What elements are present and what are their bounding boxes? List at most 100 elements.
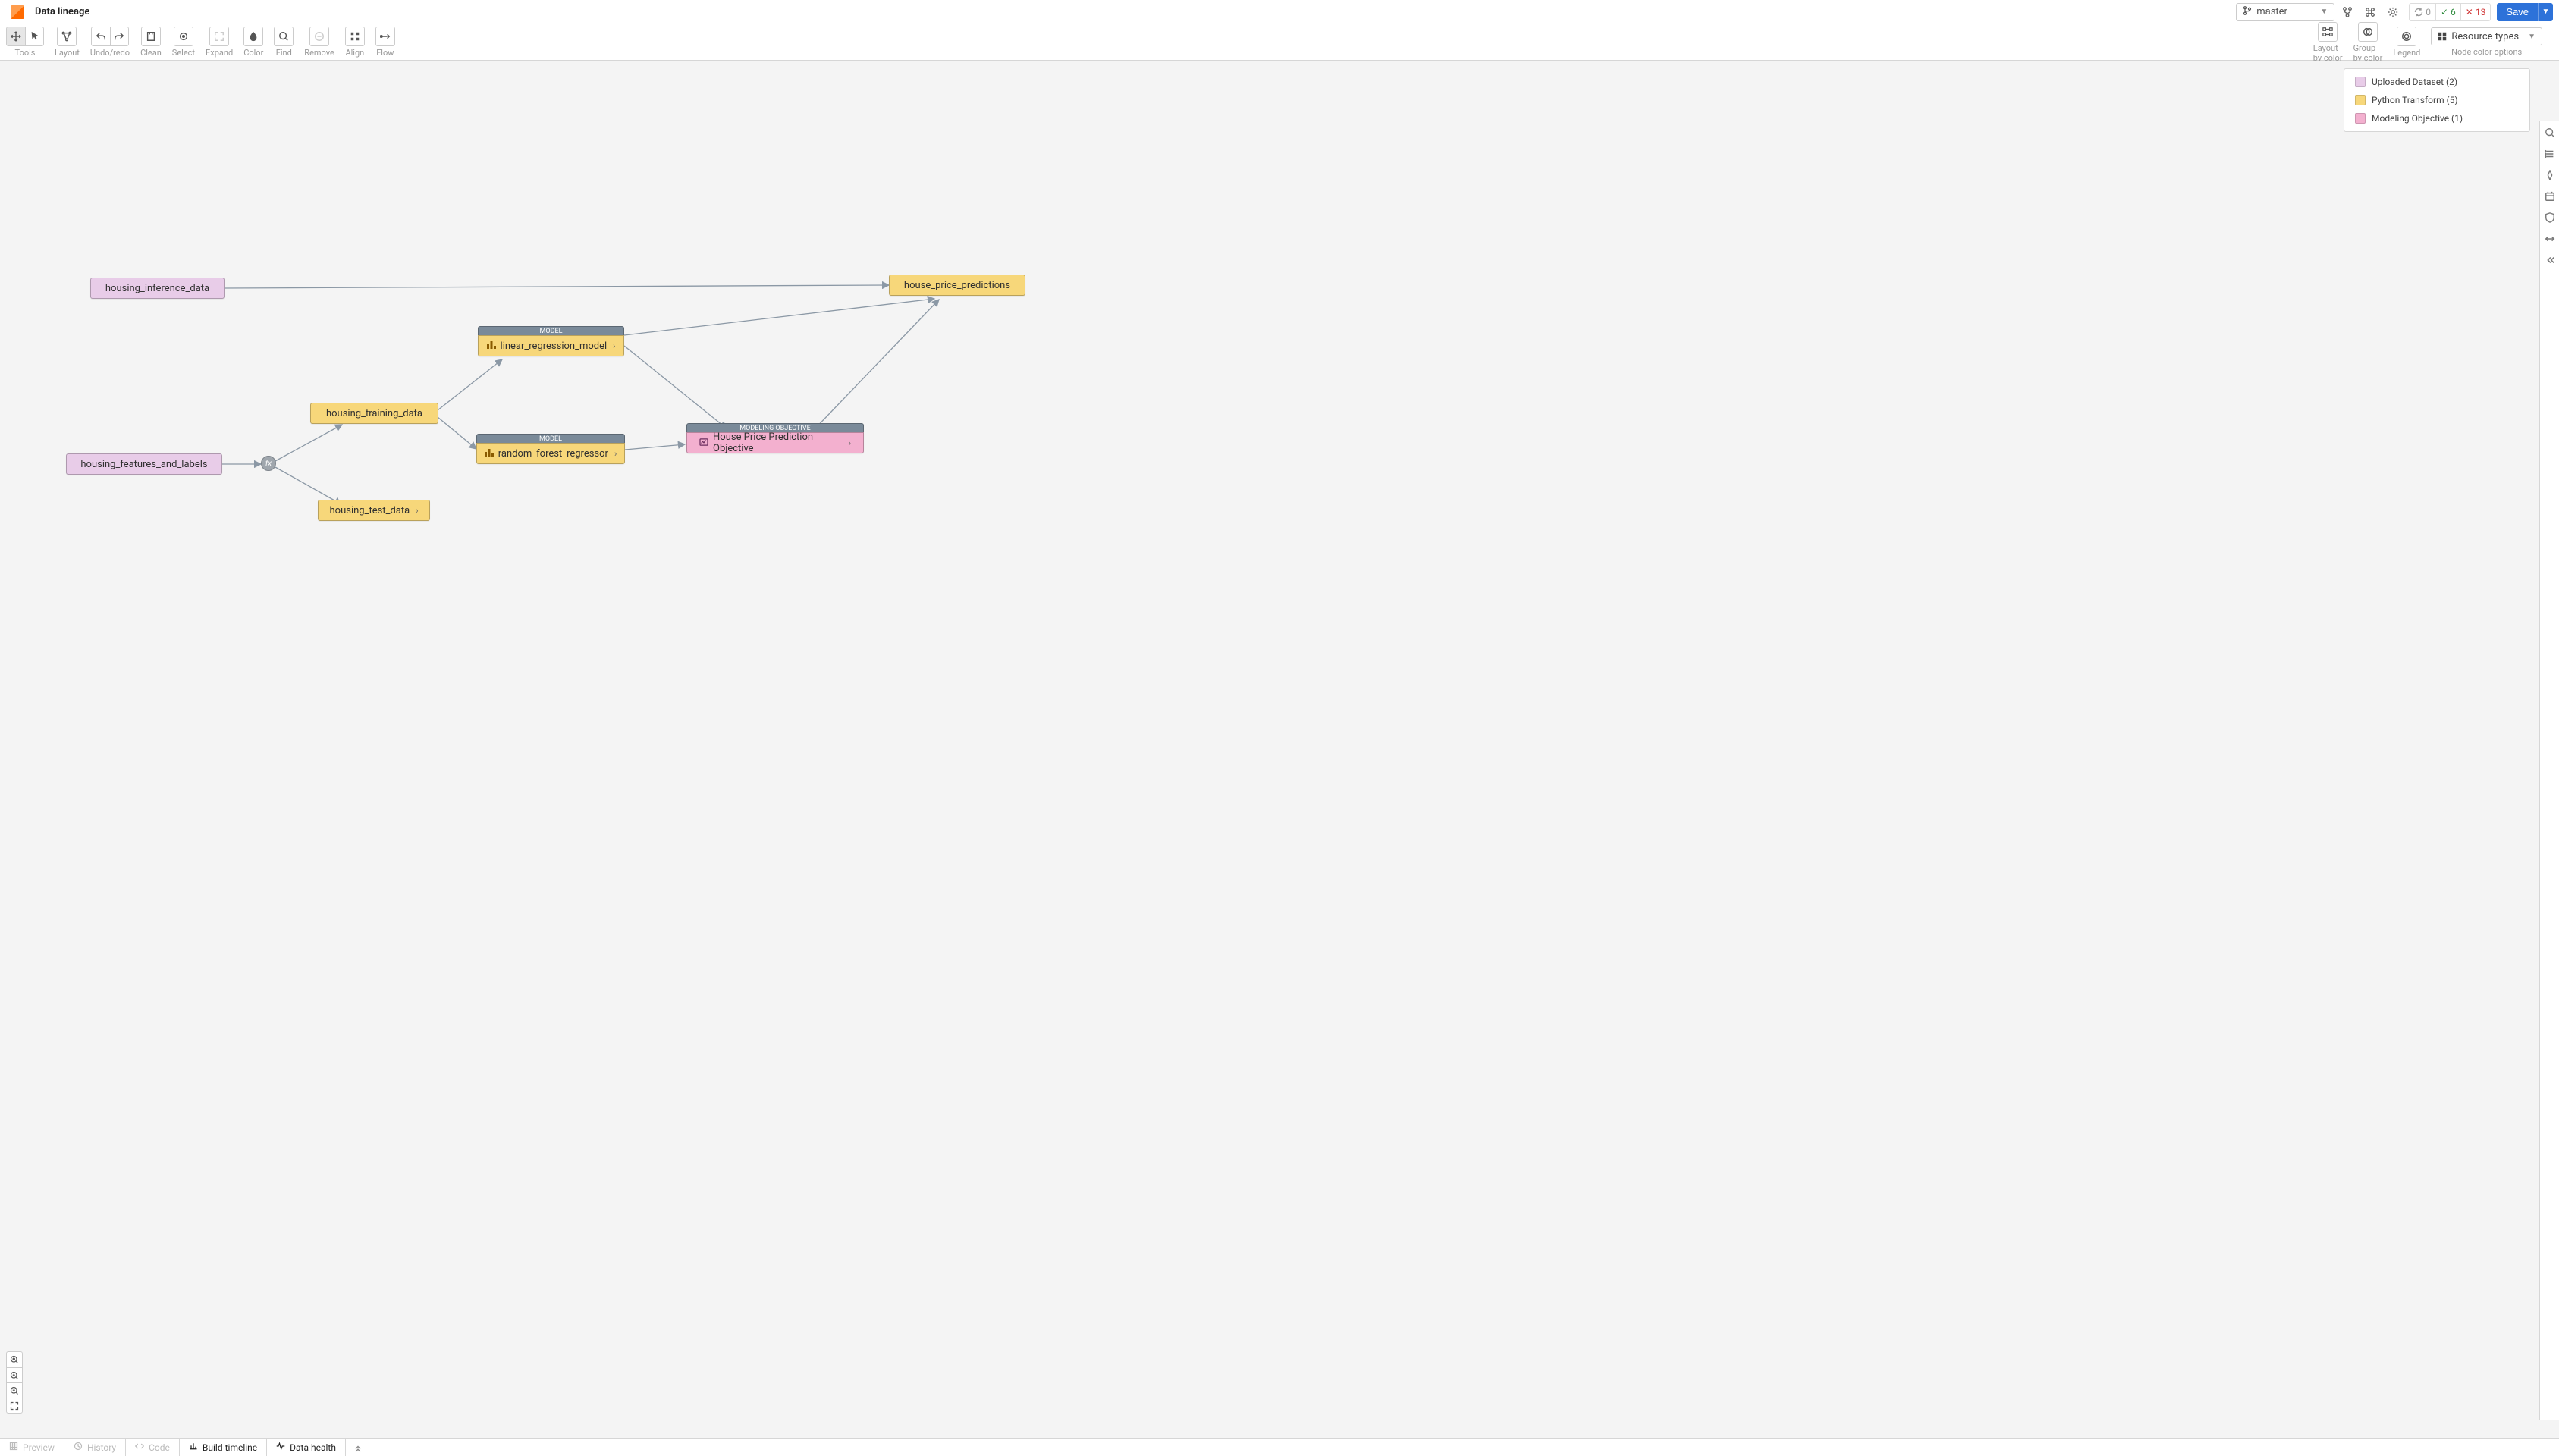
- canvas[interactable]: Uploaded Dataset (2)Python Transform (5)…: [0, 61, 2559, 1438]
- rail-collapse-icon[interactable]: [2543, 253, 2557, 267]
- tool-group-undo-redo: Undo/redo: [90, 27, 130, 58]
- chevron-right-icon: ›: [849, 438, 851, 448]
- pulse-icon: [276, 1442, 285, 1453]
- save-dropdown[interactable]: ▼: [2538, 3, 2553, 21]
- save-button[interactable]: Save: [2497, 3, 2538, 21]
- x-icon: ✕: [2466, 7, 2473, 17]
- node-housing-features-and-labels[interactable]: housing_features_and_labels: [66, 453, 222, 475]
- zoom-home-button[interactable]: [7, 1352, 22, 1367]
- footer-tab-history: History: [64, 1439, 126, 1456]
- undo-icon-button[interactable]: [92, 27, 110, 46]
- tool-group-label: Remove: [304, 48, 334, 58]
- node-housing-training-data[interactable]: housing_training_data: [310, 403, 438, 424]
- move-icon-button[interactable]: [7, 27, 25, 46]
- branches-icon-button[interactable]: [2338, 3, 2357, 21]
- tool-group-color: Color: [243, 27, 263, 58]
- node-housing-test-data[interactable]: housing_test_data ›: [318, 500, 430, 521]
- legend-item: Modeling Objective (1): [2355, 113, 2463, 124]
- node-header-model: MODEL: [476, 434, 625, 443]
- tool-group-find: Find: [274, 27, 294, 58]
- model-icon: [487, 340, 496, 352]
- objective-icon: [699, 438, 708, 449]
- rail-calendar-icon[interactable]: [2543, 190, 2557, 203]
- footer-tab-build-timeline[interactable]: Build timeline: [180, 1439, 267, 1456]
- status-sync[interactable]: 0: [2410, 4, 2436, 20]
- node-linear-regression-model[interactable]: MODEL linear_regression_model ›: [478, 335, 624, 356]
- tool-group-tools: Tools: [6, 27, 44, 58]
- zoom-in-button[interactable]: [7, 1367, 22, 1382]
- group-color-icon-button[interactable]: [2359, 23, 2377, 41]
- node-house-price-predictions[interactable]: house_price_predictions: [889, 275, 1025, 296]
- legend-panel: Uploaded Dataset (2)Python Transform (5)…: [2344, 68, 2530, 132]
- toolbar: Tools Layout Undo/redo Clean Select Expand Col…: [0, 24, 2559, 61]
- rail-shield-icon[interactable]: [2543, 211, 2557, 224]
- table-icon: [9, 1442, 18, 1453]
- node-header-model: MODEL: [478, 326, 624, 335]
- zoom-controls: [6, 1351, 23, 1414]
- select-arrow-icon-button[interactable]: [25, 27, 43, 46]
- chevron-right-icon: ›: [614, 449, 617, 459]
- tool-group-layout-by-color: Layout by color: [2313, 22, 2343, 63]
- branch-icon: [2243, 6, 2252, 18]
- find-icon-button[interactable]: [275, 27, 293, 46]
- status-indicators: 0 ✓ 6 ✕ 13: [2409, 3, 2491, 21]
- node-random-forest-regressor[interactable]: MODEL random_forest_regressor ›: [476, 443, 625, 464]
- legend-item: Python Transform (5): [2355, 95, 2458, 105]
- legend-swatch: [2355, 95, 2366, 105]
- rail-expand-icon[interactable]: [2543, 232, 2557, 246]
- tool-group-label: Color: [243, 48, 263, 58]
- fx-node[interactable]: fx: [261, 456, 276, 471]
- layout-color-icon-button[interactable]: [2319, 23, 2337, 41]
- rail-compass-icon[interactable]: [2543, 168, 2557, 182]
- tool-group-group-by-color: Group by color: [2353, 22, 2383, 63]
- resource-types-dropdown[interactable]: Resource types▼: [2431, 27, 2542, 46]
- rail-list-icon[interactable]: [2543, 147, 2557, 161]
- legend-swatch: [2355, 77, 2366, 87]
- footer-tab-preview: Preview: [0, 1439, 64, 1456]
- status-ok[interactable]: ✓ 6: [2436, 4, 2461, 20]
- align-icon-button[interactable]: [346, 27, 364, 46]
- layout-icon-button[interactable]: [58, 27, 76, 46]
- tool-group-label: Clean: [140, 48, 162, 58]
- node-header-objective: MODELING OBJECTIVE: [686, 423, 864, 432]
- tool-group-label: Tools: [15, 48, 36, 58]
- legend-swatch: [2355, 113, 2366, 124]
- redo-icon-button[interactable]: [110, 27, 128, 46]
- header-bar: Data lineage master ▼ 0 ✓ 6 ✕ 13 Save ▼: [0, 0, 2559, 24]
- tool-group-label: Select: [172, 48, 195, 58]
- tool-group-label: Layout: [55, 48, 80, 58]
- clean-icon-button[interactable]: [142, 27, 160, 46]
- node-color-options-label: Node color options: [2451, 47, 2522, 57]
- footer-bar: PreviewHistoryCodeBuild timelineData hea…: [0, 1438, 2559, 1456]
- chevron-down-icon: ▼: [2320, 8, 2328, 16]
- status-error[interactable]: ✕ 13: [2461, 4, 2491, 20]
- app-logo: [11, 5, 24, 19]
- node-housing-inference-data[interactable]: housing_inference_data: [90, 278, 225, 299]
- tool-group-label: Layout by color: [2313, 43, 2343, 63]
- remove-icon-button: [310, 27, 328, 46]
- legend-icon-button[interactable]: [2397, 27, 2416, 46]
- tool-group-flow: Flow: [375, 27, 395, 58]
- branch-selector[interactable]: master ▼: [2236, 3, 2334, 21]
- tool-group-select: Select: [172, 27, 195, 58]
- tool-group-label: Legend: [2393, 48, 2420, 58]
- color-icon-button[interactable]: [244, 27, 262, 46]
- zoom-fit-button[interactable]: [7, 1398, 22, 1413]
- node-modeling-objective[interactable]: MODELING OBJECTIVE House Price Predictio…: [686, 432, 864, 453]
- check-icon: ✓: [2441, 7, 2448, 17]
- tool-group-label: Undo/redo: [90, 48, 130, 58]
- footer-collapse-button[interactable]: [346, 1439, 370, 1456]
- command-icon-button[interactable]: [2360, 3, 2380, 21]
- tool-group-label: Expand: [206, 48, 233, 58]
- tool-group-label: Align: [345, 48, 364, 58]
- edges-layer: [0, 61, 2559, 1438]
- settings-icon-button[interactable]: [2383, 3, 2403, 21]
- target-icon-button[interactable]: [174, 27, 193, 46]
- rail-search-icon[interactable]: [2543, 126, 2557, 140]
- expand-icon-button: [210, 27, 228, 46]
- tool-group-remove: Remove: [304, 27, 334, 58]
- flow-icon-button[interactable]: [376, 27, 394, 46]
- model-icon: [485, 448, 494, 460]
- zoom-out-button[interactable]: [7, 1382, 22, 1398]
- footer-tab-data-health[interactable]: Data health: [267, 1439, 346, 1456]
